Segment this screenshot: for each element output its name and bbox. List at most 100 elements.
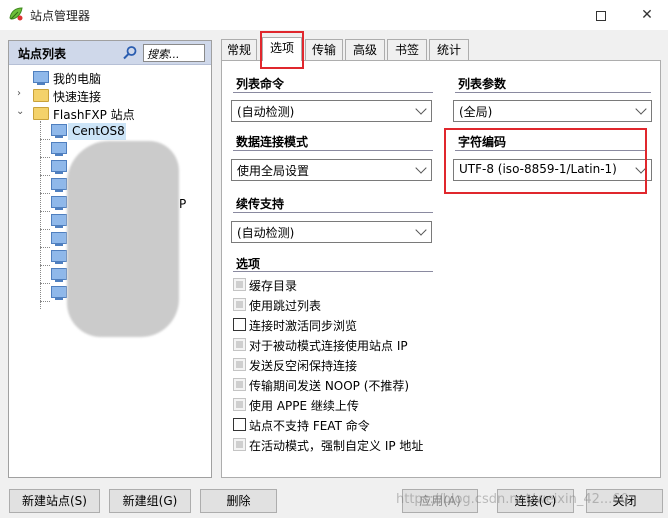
tree-item-flashfxp-sites[interactable]: ⌄ FlashFXP 站点 (9, 105, 209, 123)
checkbox-anti-idle[interactable]: 发送反空闲保持连接 (233, 356, 613, 374)
chevron-down-icon (635, 103, 647, 115)
list-command-label: 列表命令 (236, 77, 285, 91)
tree-item-label: 快速连接 (53, 90, 102, 104)
checkbox-label: 站点不支持 FEAT 命令 (249, 419, 370, 433)
checkbox-label: 传输期间发送 NOOP (不推荐) (249, 379, 410, 393)
highlight-box-options-tab (260, 31, 304, 69)
tree-connector (40, 265, 50, 266)
checkbox-box[interactable] (233, 418, 246, 431)
tab-transfer[interactable]: 传输 (305, 39, 343, 61)
data-mode-select[interactable]: 使用全局设置 (231, 159, 432, 181)
title-bar: 站点管理器 ✕ (0, 0, 668, 30)
highlight-box-encoding (444, 128, 647, 194)
tree-item-partial-label: P (179, 197, 187, 211)
watermark-text: https://blog.csdn.net/weixin_42...60 (396, 492, 629, 507)
checkbox-box[interactable] (233, 278, 246, 291)
checkbox-label: 对于被动模式连接使用站点 IP (249, 339, 408, 353)
tree-item-label: FlashFXP 站点 (53, 108, 135, 122)
tree-connector (40, 211, 50, 212)
section-divider (233, 271, 433, 272)
checkbox-box[interactable] (233, 398, 246, 411)
section-divider (233, 150, 433, 151)
checkbox-force-custom-ip[interactable]: 在活动模式，强制自定义 IP 地址 (233, 436, 613, 454)
folder-icon (33, 89, 49, 102)
search-icon[interactable] (122, 45, 138, 61)
server-icon (51, 142, 67, 156)
server-icon (51, 286, 67, 300)
folder-icon (33, 107, 49, 120)
tree-connector (40, 283, 50, 284)
checkbox-label: 连接时激活同步浏览 (249, 319, 358, 333)
tab-general[interactable]: 常规 (221, 39, 257, 61)
data-mode-label: 数据连接模式 (236, 135, 309, 149)
server-icon (51, 196, 67, 210)
resume-label: 续传支持 (236, 197, 285, 211)
server-icon (51, 124, 67, 138)
server-icon (51, 178, 67, 192)
checkbox-box[interactable] (233, 298, 246, 311)
tree-connector (40, 139, 50, 140)
server-icon (51, 214, 67, 228)
server-icon (51, 268, 67, 282)
checkbox-box[interactable] (233, 378, 246, 391)
server-icon (51, 160, 67, 174)
checkbox-no-feat[interactable]: 站点不支持 FEAT 命令 (233, 416, 613, 434)
delete-button[interactable]: 删除 (200, 489, 277, 513)
checkbox-box[interactable] (233, 358, 246, 371)
list-params-select[interactable]: (全局) (453, 100, 652, 122)
tree-item-label: CentOS8 (72, 124, 125, 138)
maximize-icon (596, 10, 606, 21)
flashfxp-leaf-icon (9, 7, 23, 21)
checkbox-box[interactable] (233, 438, 246, 451)
site-list-panel: 站点列表 搜索... 我的电脑 › 快速连接 ⌄ FlashFXP 站点 Cen… (8, 40, 212, 478)
tab-advanced[interactable]: 高级 (345, 39, 385, 61)
tree-item-my-computer[interactable]: 我的电脑 (9, 69, 209, 87)
tab-bookmarks[interactable]: 书签 (387, 39, 427, 61)
checkbox-send-noop[interactable]: 传输期间发送 NOOP (不推荐) (233, 376, 613, 394)
checkbox-cache-directory[interactable]: 缓存目录 (233, 276, 613, 294)
tab-statistics[interactable]: 统计 (429, 39, 469, 61)
minimize-button[interactable] (590, 4, 612, 26)
options-label: 选项 (236, 257, 261, 271)
site-list-header: 站点列表 搜索... (9, 41, 211, 65)
tree-connector (40, 157, 50, 158)
checkbox-label: 发送反空闲保持连接 (249, 359, 358, 373)
checkbox-appe-resume[interactable]: 使用 APPE 继续上传 (233, 396, 613, 414)
site-list-title: 站点列表 (18, 47, 67, 61)
window-title: 站点管理器 (30, 9, 91, 23)
tree-connector (40, 247, 50, 248)
chevron-down-icon (415, 103, 427, 115)
server-icon (51, 232, 67, 246)
section-divider (455, 92, 651, 93)
list-params-label: 列表参数 (458, 77, 507, 91)
tree-item-centos8[interactable]: CentOS8 (68, 123, 126, 140)
chevron-right-icon[interactable]: › (17, 88, 21, 99)
list-command-select[interactable]: (自动检测) (231, 100, 432, 122)
search-input[interactable]: 搜索... (143, 44, 205, 62)
redaction-blur (67, 141, 179, 337)
new-group-button[interactable]: 新建组(G) (109, 489, 191, 513)
new-site-button[interactable]: 新建站点(S) (9, 489, 100, 513)
tree-connector (40, 193, 50, 194)
checkbox-label: 在活动模式，强制自定义 IP 地址 (249, 439, 424, 453)
tree-connector (40, 121, 41, 309)
checkbox-label: 缓存目录 (249, 279, 298, 293)
checkbox-passive-site-ip[interactable]: 对于被动模式连接使用站点 IP (233, 336, 613, 354)
chevron-down-icon (415, 224, 427, 236)
checkbox-box[interactable] (233, 318, 246, 331)
tree-connector (40, 175, 50, 176)
checkbox-use-skip-list[interactable]: 使用跳过列表 (233, 296, 613, 314)
chevron-down-icon[interactable]: ⌄ (16, 106, 24, 117)
tree-connector (40, 229, 50, 230)
tree-item-label: 我的电脑 (53, 72, 102, 86)
checkbox-label: 使用跳过列表 (249, 299, 322, 313)
tree-item-quick-connect[interactable]: › 快速连接 (9, 87, 209, 105)
checkbox-box[interactable] (233, 338, 246, 351)
resume-select[interactable]: (自动检测) (231, 221, 432, 243)
close-window-button[interactable]: ✕ (636, 4, 658, 26)
tree-connector (40, 301, 50, 302)
checkbox-sync-browse[interactable]: 连接时激活同步浏览 (233, 316, 613, 334)
checkbox-label: 使用 APPE 继续上传 (249, 399, 359, 413)
section-divider (233, 92, 433, 93)
section-divider (233, 212, 433, 213)
